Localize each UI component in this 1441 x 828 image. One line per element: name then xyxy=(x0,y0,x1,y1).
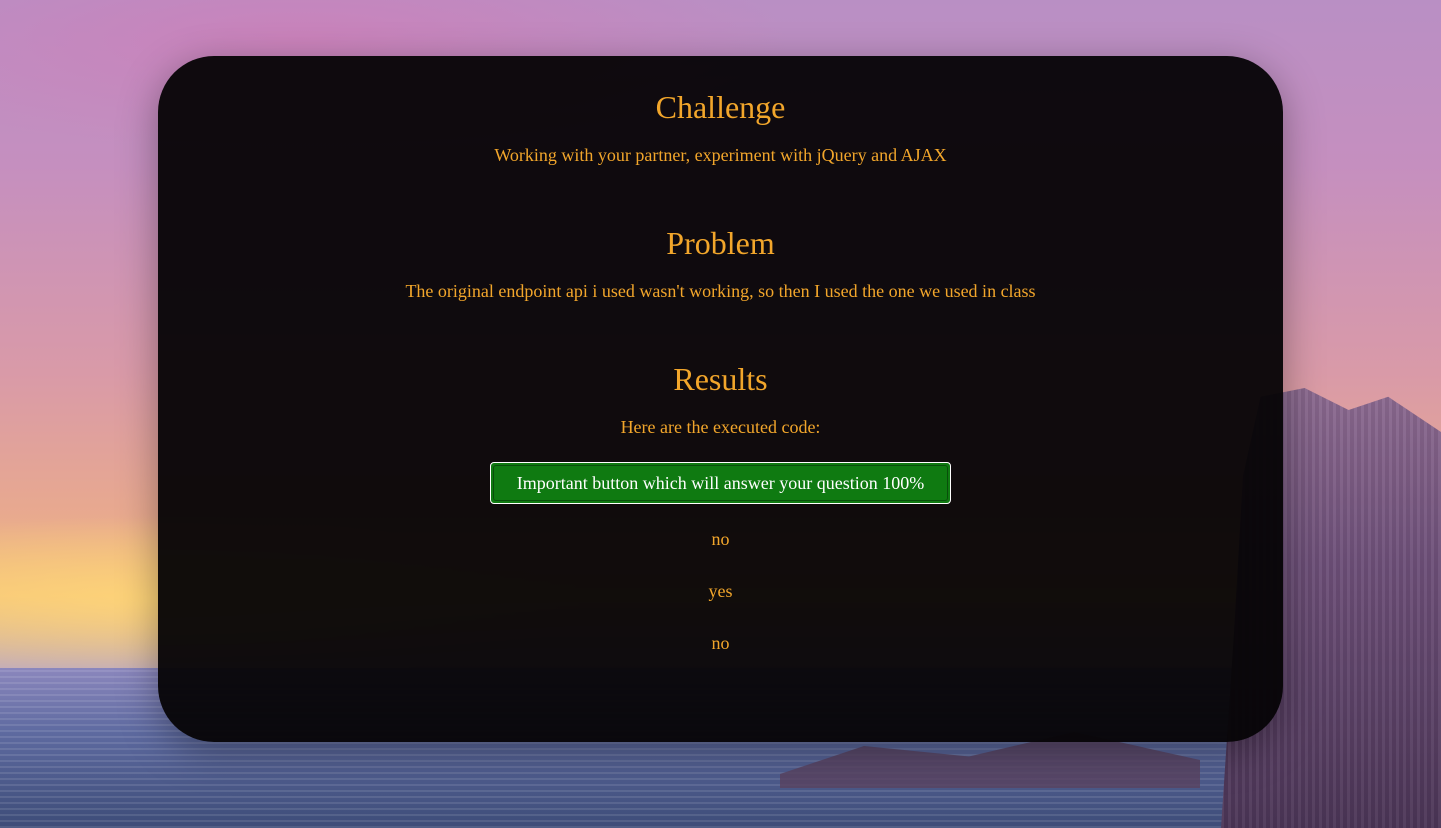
challenge-text: Working with your partner, experiment wi… xyxy=(494,145,947,165)
answer-result-3: no xyxy=(711,633,730,653)
problem-heading: Problem xyxy=(666,225,775,261)
results-heading: Results xyxy=(673,361,768,397)
challenge-heading: Challenge xyxy=(655,89,786,125)
answer-button[interactable]: Important button which will answer your … xyxy=(490,462,951,504)
answer-result-1: no xyxy=(711,529,730,549)
answer-result-2: yes xyxy=(708,581,733,601)
content-panel: Challenge Working with your partner, exp… xyxy=(158,56,1283,742)
problem-text: The original endpoint api i used wasn't … xyxy=(405,281,1036,301)
results-text: Here are the executed code: xyxy=(620,417,821,437)
